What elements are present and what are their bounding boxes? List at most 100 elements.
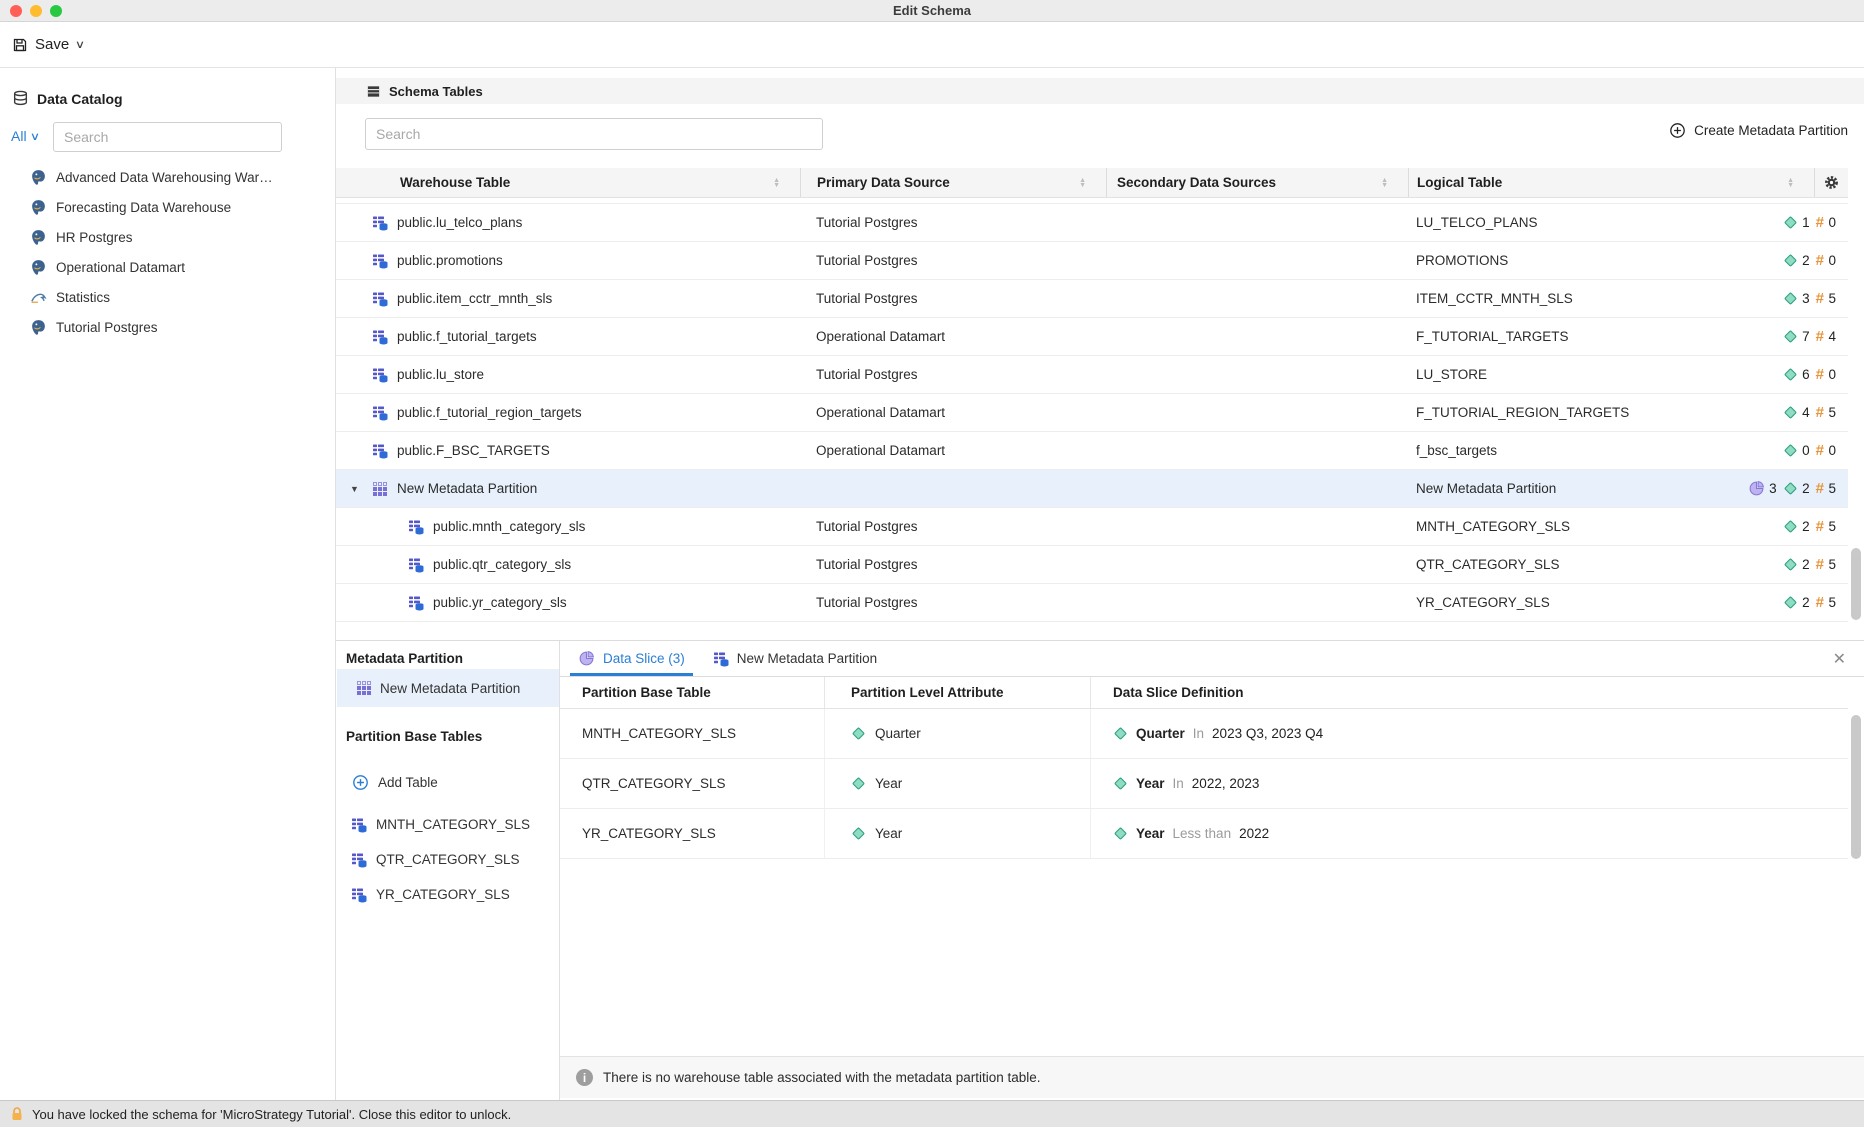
partition-level-attribute: Quarter	[875, 726, 921, 741]
table-row[interactable]: public.F_BSC_TARGETS Operational Datamar…	[336, 432, 1848, 470]
data-slice-row[interactable]: YR_CATEGORY_SLS Year Year Less than 2022	[560, 809, 1848, 859]
sort-icon[interactable]: ▲▼	[1787, 178, 1794, 188]
data-slice-header: Partition Base Table Partition Level Att…	[560, 677, 1848, 709]
attribute-icon	[1783, 367, 1798, 382]
attribute-icon	[1783, 291, 1798, 306]
logical-table-name: PROMOTIONS	[1416, 253, 1508, 268]
catalog-item[interactable]: Statistics	[0, 282, 335, 312]
column-header-secondary-data-sources[interactable]: Secondary Data Sources ▲▼	[1106, 168, 1408, 197]
table-row[interactable]: public.item_cctr_mnth_sls Tutorial Postg…	[336, 280, 1848, 318]
column-header-primary-data-source[interactable]: Primary Data Source ▲▼	[800, 168, 1106, 197]
data-slice-row[interactable]: QTR_CATEGORY_SLS Year Year In 2022, 2023	[560, 759, 1848, 809]
create-metadata-partition-button[interactable]: Create Metadata Partition	[1669, 122, 1848, 139]
fact-icon: #	[1816, 290, 1824, 307]
attribute-count: 2	[1802, 253, 1810, 268]
attribute-icon	[1783, 481, 1798, 496]
attribute-count: 2	[1802, 595, 1810, 610]
fact-count: 5	[1828, 519, 1836, 534]
logical-table-name: F_TUTORIAL_REGION_TARGETS	[1416, 405, 1629, 420]
status-message: You have locked the schema for 'MicroStr…	[32, 1107, 511, 1122]
column-header-logical-table[interactable]: Logical Table ▲▼	[1408, 168, 1814, 197]
table-row[interactable]: ▼ New Metadata Partition New Metadata Pa…	[336, 470, 1848, 508]
warehouse-table-name: public.f_tutorial_region_targets	[397, 405, 582, 420]
table-row[interactable]: public.lu_store Tutorial Postgres LU_STO…	[336, 356, 1848, 394]
add-table-button[interactable]: Add Table	[352, 774, 438, 791]
warehouse-table-icon	[372, 405, 388, 421]
object-counts: 0 # 0	[1783, 442, 1836, 459]
partition-base-table-item[interactable]: QTR_CATEGORY_SLS	[336, 842, 559, 877]
catalog-item-label: Tutorial Postgres	[56, 320, 158, 335]
postgres-icon	[30, 259, 47, 276]
data-slice-row[interactable]: MNTH_CATEGORY_SLS Quarter Quarter In 202…	[560, 709, 1848, 759]
table-row[interactable]: public.mnth_category_sls Tutorial Postgr…	[336, 508, 1848, 546]
filter-dropdown-label: All	[11, 128, 27, 144]
object-counts: 6 # 0	[1783, 366, 1836, 383]
sort-icon[interactable]: ▲▼	[773, 178, 780, 188]
table-row[interactable]: public.lu_telco_plans Tutorial Postgres …	[336, 204, 1848, 242]
logical-table-name: QTR_CATEGORY_SLS	[1416, 557, 1560, 572]
chevron-down-icon: ∨	[29, 130, 39, 143]
pie-icon	[1748, 480, 1765, 497]
close-panel-icon[interactable]: ✕	[1833, 649, 1846, 669]
warehouse-table-icon	[351, 852, 367, 868]
partition-base-table-item[interactable]: MNTH_CATEGORY_SLS	[336, 807, 559, 842]
attribute-icon	[1113, 826, 1128, 841]
data-catalog-header: Data Catalog	[0, 68, 335, 107]
column-header-warehouse-table[interactable]: Warehouse Table ▲▼	[336, 168, 800, 197]
sort-icon[interactable]: ▲▼	[1079, 178, 1086, 188]
metadata-partition-panel: Metadata Partition New Metadata Partitio…	[336, 641, 560, 1100]
fact-count: 0	[1828, 215, 1836, 230]
chevron-down-icon[interactable]: ∨	[75, 38, 85, 51]
tab-data-slice[interactable]: Data Slice (3)	[564, 641, 699, 676]
catalog-item-label: Advanced Data Warehousing War…	[56, 170, 273, 185]
expand-caret-icon[interactable]: ▼	[350, 484, 359, 494]
table-row[interactable]: public.promotions Tutorial Postgres PROM…	[336, 242, 1848, 280]
table-row[interactable]: public.f_tutorial_region_targets Operati…	[336, 394, 1848, 432]
metadata-partition-icon	[356, 680, 372, 696]
catalog-item[interactable]: Operational Datamart	[0, 252, 335, 282]
fact-count: 0	[1828, 443, 1836, 458]
primary-data-source: Tutorial Postgres	[800, 291, 1106, 306]
fact-icon: #	[1816, 442, 1824, 459]
schema-tables-search-input[interactable]	[365, 118, 823, 150]
fact-count: 0	[1828, 367, 1836, 382]
definition-attribute: Year	[1136, 826, 1165, 841]
warehouse-table-name: public.qtr_category_sls	[433, 557, 571, 572]
partition-base-table-cell: YR_CATEGORY_SLS	[560, 826, 824, 841]
base-table-name: MNTH_CATEGORY_SLS	[376, 817, 530, 832]
schema-grid-scrollbar[interactable]	[1851, 548, 1861, 620]
filter-dropdown[interactable]: All ∨	[11, 128, 39, 144]
base-table-name: YR_CATEGORY_SLS	[376, 887, 510, 902]
logical-table-name: f_bsc_targets	[1416, 443, 1497, 458]
save-button[interactable]: Save ∨	[12, 36, 84, 53]
schema-grid-header: Warehouse Table ▲▼ Primary Data Source ▲…	[336, 168, 1848, 198]
sort-icon[interactable]: ▲▼	[1381, 178, 1388, 188]
primary-data-source: Operational Datamart	[800, 443, 1106, 458]
warehouse-table-name: public.mnth_category_sls	[433, 519, 585, 534]
catalog-item-label: Forecasting Data Warehouse	[56, 200, 231, 215]
partition-base-table-item[interactable]: YR_CATEGORY_SLS	[336, 877, 559, 912]
catalog-item[interactable]: HR Postgres	[0, 222, 335, 252]
catalog-search-input[interactable]	[53, 122, 282, 152]
status-bar: You have locked the schema for 'MicroStr…	[0, 1100, 1864, 1127]
table-row[interactable]: public.f_tutorial_targets Operational Da…	[336, 318, 1848, 356]
plus-circle-icon	[352, 774, 369, 791]
catalog-item[interactable]: Forecasting Data Warehouse	[0, 192, 335, 222]
attribute-icon	[1783, 253, 1798, 268]
database-icon	[12, 90, 29, 107]
column-settings-button[interactable]	[1814, 168, 1848, 197]
selected-partition-item[interactable]: New Metadata Partition	[337, 669, 559, 707]
logical-table-name: LU_STORE	[1416, 367, 1487, 382]
column-header-partition-base-table: Partition Base Table	[560, 677, 824, 708]
schema-tables-section: Schema Tables Create Metadata Partition …	[336, 68, 1864, 640]
definition-values: 2022, 2023	[1192, 776, 1260, 791]
fact-icon: #	[1816, 328, 1824, 345]
catalog-item[interactable]: Advanced Data Warehousing War…	[0, 162, 335, 192]
catalog-item[interactable]: Tutorial Postgres	[0, 312, 335, 342]
tab-new-metadata-partition[interactable]: New Metadata Partition	[699, 641, 891, 676]
primary-data-source: Tutorial Postgres	[800, 557, 1106, 572]
table-row[interactable]: public.yr_category_sls Tutorial Postgres…	[336, 584, 1848, 622]
table-row[interactable]: public.qtr_category_sls Tutorial Postgre…	[336, 546, 1848, 584]
catalog-item-label: HR Postgres	[56, 230, 133, 245]
data-slice-scrollbar[interactable]	[1851, 715, 1861, 859]
